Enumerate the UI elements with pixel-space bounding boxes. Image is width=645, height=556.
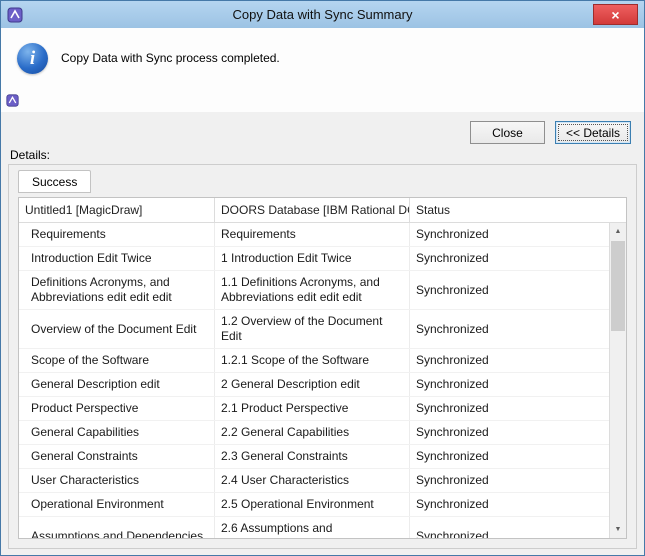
scrollbar-up-arrow[interactable]: ▲ (610, 223, 626, 240)
cell-magicdraw-element: General Description edit (19, 373, 215, 396)
cell-status: Synchronized (410, 373, 609, 396)
message-area: i Copy Data with Sync process completed. (1, 28, 644, 112)
cell-magicdraw-element: Overview of the Document Edit (19, 310, 215, 348)
cell-status: Synchronized (410, 271, 609, 309)
table-row[interactable]: Product Perspective 2.1 Product Perspect… (19, 397, 609, 421)
cell-magicdraw-element: Introduction Edit Twice (19, 247, 215, 270)
app-icon (7, 7, 23, 23)
cell-magicdraw-element: Scope of the Software (19, 349, 215, 372)
column-header-doors[interactable]: DOORS Database [IBM Rational DO... (215, 198, 410, 222)
sync-results-table: Untitled1 [MagicDraw] DOORS Database [IB… (18, 197, 627, 539)
cell-doors-element: 2.5 Operational Environment (215, 493, 410, 516)
table-row[interactable]: General Capabilities 2.2 General Capabil… (19, 421, 609, 445)
dialog-window: Copy Data with Sync Summary × i Copy Dat… (0, 0, 645, 556)
cell-magicdraw-element: General Capabilities (19, 421, 215, 444)
cell-status: Synchronized (410, 469, 609, 492)
close-button[interactable]: Close (470, 121, 545, 144)
table-row[interactable]: Overview of the Document Edit 1.2 Overvi… (19, 310, 609, 349)
cell-doors-element: 2.3 General Constraints (215, 445, 410, 468)
table-row[interactable]: Operational Environment 2.5 Operational … (19, 493, 609, 517)
cell-status: Synchronized (410, 493, 609, 516)
details-label: Details: (10, 148, 644, 162)
button-row: Close << Details (1, 121, 644, 144)
cell-status: Synchronized (410, 223, 609, 246)
table-row[interactable]: Definitions Acronyms, and Abbreviations … (19, 271, 609, 310)
table-body: Requirements Requirements Synchronized I… (19, 223, 609, 538)
cell-status: Synchronized (410, 517, 609, 538)
completion-message: Copy Data with Sync process completed. (61, 51, 280, 65)
table-row[interactable]: Scope of the Software 1.2.1 Scope of the… (19, 349, 609, 373)
table-row[interactable]: Assumptions and Dependencies 2.6 Assumpt… (19, 517, 609, 538)
titlebar[interactable]: Copy Data with Sync Summary × (1, 1, 644, 28)
table-row[interactable]: User Characteristics 2.4 User Characteri… (19, 469, 609, 493)
cell-magicdraw-element: Requirements (19, 223, 215, 246)
tab-success[interactable]: Success (18, 170, 91, 193)
table-row[interactable]: General Constraints 2.3 General Constrai… (19, 445, 609, 469)
scrollbar-track[interactable] (610, 240, 626, 521)
cell-doors-element: 1.1 Definitions Acronyms, and Abbreviati… (215, 271, 410, 309)
cell-doors-element: 2 General Description edit (215, 373, 410, 396)
table-row[interactable]: Requirements Requirements Synchronized (19, 223, 609, 247)
cell-doors-element: 2.2 General Capabilities (215, 421, 410, 444)
cell-doors-element: 1 Introduction Edit Twice (215, 247, 410, 270)
cell-magicdraw-element: Operational Environment (19, 493, 215, 516)
cell-magicdraw-element: Assumptions and Dependencies (19, 517, 215, 538)
table-row[interactable]: Introduction Edit Twice 1 Introduction E… (19, 247, 609, 271)
scrollbar-down-arrow[interactable]: ▼ (610, 521, 626, 538)
cell-magicdraw-element: General Constraints (19, 445, 215, 468)
cell-doors-element: 1.2 Overview of the Document Edit (215, 310, 410, 348)
cell-doors-element: 2.1 Product Perspective (215, 397, 410, 420)
details-groupbox: Success Untitled1 [MagicDraw] DOORS Data… (8, 164, 637, 549)
cell-doors-element: 2.4 User Characteristics (215, 469, 410, 492)
info-icon: i (17, 43, 48, 74)
details-toggle-button[interactable]: << Details (555, 121, 631, 144)
magicdraw-mini-icon (6, 94, 19, 107)
cell-status: Synchronized (410, 397, 609, 420)
cell-magicdraw-element: User Characteristics (19, 469, 215, 492)
cell-status: Synchronized (410, 349, 609, 372)
cell-status: Synchronized (410, 310, 609, 348)
cell-magicdraw-element: Product Perspective (19, 397, 215, 420)
window-close-button[interactable]: × (593, 4, 638, 25)
cell-doors-element: 1.2.1 Scope of the Software (215, 349, 410, 372)
cell-magicdraw-element: Definitions Acronyms, and Abbreviations … (19, 271, 215, 309)
table-header-row: Untitled1 [MagicDraw] DOORS Database [IB… (19, 198, 626, 223)
cell-status: Synchronized (410, 247, 609, 270)
cell-status: Synchronized (410, 421, 609, 444)
window-title: Copy Data with Sync Summary (1, 7, 644, 22)
vertical-scrollbar[interactable]: ▲ ▼ (609, 223, 626, 538)
cell-status: Synchronized (410, 445, 609, 468)
column-header-magicdraw[interactable]: Untitled1 [MagicDraw] (19, 198, 215, 222)
scrollbar-thumb[interactable] (611, 241, 625, 331)
cell-doors-element: Requirements (215, 223, 410, 246)
table-row[interactable]: General Description edit 2 General Descr… (19, 373, 609, 397)
close-icon: × (611, 8, 619, 22)
column-header-status[interactable]: Status (410, 198, 626, 222)
cell-doors-element: 2.6 Assumptions and Dependencies (215, 517, 410, 538)
